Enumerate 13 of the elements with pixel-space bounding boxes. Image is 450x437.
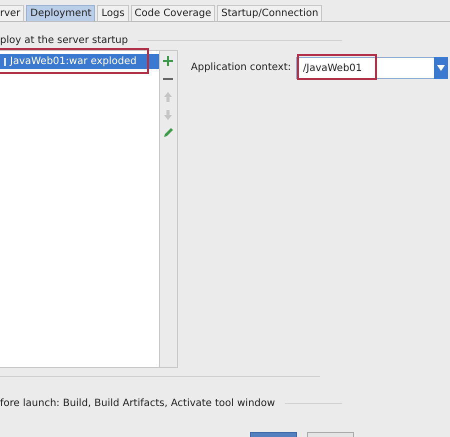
tab[interactable]: Deployment (26, 5, 96, 21)
pencil-icon[interactable] (162, 127, 174, 139)
before-launch-title: fore launch: Build, Build Artifacts, Activate tool window (0, 398, 276, 408)
field-label: Application context: (190, 62, 291, 73)
tab[interactable]: Code Coverage (130, 5, 216, 21)
add-icon[interactable] (162, 55, 174, 67)
tab[interactable]: Startup/Connection (217, 5, 322, 21)
dropdown-icon[interactable] (434, 57, 448, 79)
tab[interactable]: Logs (97, 5, 129, 21)
list-item[interactable]: JavaWeb01:war exploded (0, 54, 159, 69)
context-field[interactable]: /JavaWeb01 (296, 57, 434, 79)
group-title: ploy at the server startup (0, 34, 128, 46)
tab[interactable]: rver (0, 5, 24, 21)
